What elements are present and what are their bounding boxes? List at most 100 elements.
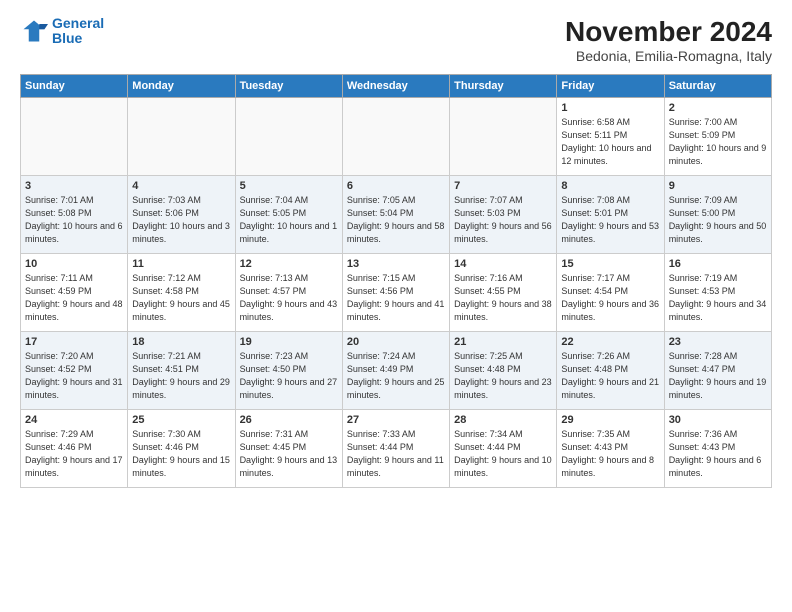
day-info: Sunrise: 7:25 AM Sunset: 4:48 PM Dayligh… <box>454 350 552 402</box>
header-saturday: Saturday <box>664 75 771 98</box>
day-number: 26 <box>240 414 338 426</box>
day-info: Sunrise: 7:19 AM Sunset: 4:53 PM Dayligh… <box>669 272 767 324</box>
day-number: 3 <box>25 180 123 192</box>
calendar-cell: 26 Sunrise: 7:31 AM Sunset: 4:45 PM Dayli… <box>235 410 342 488</box>
calendar-week-1: 1 Sunrise: 6:58 AM Sunset: 5:11 PM Daylig… <box>21 98 772 176</box>
day-info: Sunrise: 7:26 AM Sunset: 4:48 PM Dayligh… <box>561 350 659 402</box>
day-number: 16 <box>669 258 767 270</box>
day-info: Sunrise: 7:31 AM Sunset: 4:45 PM Dayligh… <box>240 428 338 480</box>
day-info: Sunrise: 7:08 AM Sunset: 5:01 PM Dayligh… <box>561 194 659 246</box>
calendar-cell: 14 Sunrise: 7:16 AM Sunset: 4:55 PM Dayli… <box>450 254 557 332</box>
header-sunday: Sunday <box>21 75 128 98</box>
day-info: Sunrise: 7:20 AM Sunset: 4:52 PM Dayligh… <box>25 350 123 402</box>
header-wednesday: Wednesday <box>342 75 449 98</box>
day-info: Sunrise: 7:23 AM Sunset: 4:50 PM Dayligh… <box>240 350 338 402</box>
calendar-cell: 28 Sunrise: 7:34 AM Sunset: 4:44 PM Dayli… <box>450 410 557 488</box>
calendar-cell: 4 Sunrise: 7:03 AM Sunset: 5:06 PM Daylig… <box>128 176 235 254</box>
day-number: 14 <box>454 258 552 270</box>
day-number: 30 <box>669 414 767 426</box>
day-info: Sunrise: 7:00 AM Sunset: 5:09 PM Dayligh… <box>669 116 767 168</box>
day-number: 5 <box>240 180 338 192</box>
day-info: Sunrise: 7:12 AM Sunset: 4:58 PM Dayligh… <box>132 272 230 324</box>
header-friday: Friday <box>557 75 664 98</box>
calendar-cell <box>342 98 449 176</box>
day-info: Sunrise: 7:03 AM Sunset: 5:06 PM Dayligh… <box>132 194 230 246</box>
calendar-cell: 5 Sunrise: 7:04 AM Sunset: 5:05 PM Daylig… <box>235 176 342 254</box>
day-number: 11 <box>132 258 230 270</box>
day-number: 13 <box>347 258 445 270</box>
page: General Blue November 2024 Bedonia, Emil… <box>0 0 792 612</box>
day-number: 28 <box>454 414 552 426</box>
location-title: Bedonia, Emilia-Romagna, Italy <box>565 48 772 64</box>
day-number: 29 <box>561 414 659 426</box>
calendar-cell: 9 Sunrise: 7:09 AM Sunset: 5:00 PM Daylig… <box>664 176 771 254</box>
day-number: 27 <box>347 414 445 426</box>
day-number: 6 <box>347 180 445 192</box>
calendar-cell: 12Sunrise: 7:13 AM Sunset: 4:57 PM Dayli… <box>235 254 342 332</box>
calendar-week-3: 10Sunrise: 7:11 AM Sunset: 4:59 PM Dayli… <box>21 254 772 332</box>
day-number: 19 <box>240 336 338 348</box>
day-info: Sunrise: 6:58 AM Sunset: 5:11 PM Dayligh… <box>561 116 659 168</box>
day-info: Sunrise: 7:29 AM Sunset: 4:46 PM Dayligh… <box>25 428 123 480</box>
calendar-cell <box>450 98 557 176</box>
calendar-cell: 8 Sunrise: 7:08 AM Sunset: 5:01 PM Daylig… <box>557 176 664 254</box>
calendar-week-4: 17Sunrise: 7:20 AM Sunset: 4:52 PM Dayli… <box>21 332 772 410</box>
day-info: Sunrise: 7:36 AM Sunset: 4:43 PM Dayligh… <box>669 428 767 480</box>
day-info: Sunrise: 7:30 AM Sunset: 4:46 PM Dayligh… <box>132 428 230 480</box>
header-row: Sunday Monday Tuesday Wednesday Thursday… <box>21 75 772 98</box>
calendar-cell: 18Sunrise: 7:21 AM Sunset: 4:51 PM Dayli… <box>128 332 235 410</box>
calendar-cell: 22 Sunrise: 7:26 AM Sunset: 4:48 PM Dayli… <box>557 332 664 410</box>
calendar-cell: 23 Sunrise: 7:28 AM Sunset: 4:47 PM Dayli… <box>664 332 771 410</box>
calendar-cell: 19 Sunrise: 7:23 AM Sunset: 4:50 PM Dayli… <box>235 332 342 410</box>
calendar-cell: 16 Sunrise: 7:19 AM Sunset: 4:53 PM Dayli… <box>664 254 771 332</box>
calendar-cell: 29 Sunrise: 7:35 AM Sunset: 4:43 PM Dayli… <box>557 410 664 488</box>
calendar-cell: 20Sunrise: 7:24 AM Sunset: 4:49 PM Dayli… <box>342 332 449 410</box>
calendar-cell: 17Sunrise: 7:20 AM Sunset: 4:52 PM Dayli… <box>21 332 128 410</box>
calendar: Sunday Monday Tuesday Wednesday Thursday… <box>20 74 772 488</box>
day-info: Sunrise: 7:34 AM Sunset: 4:44 PM Dayligh… <box>454 428 552 480</box>
day-number: 23 <box>669 336 767 348</box>
header: General Blue November 2024 Bedonia, Emil… <box>20 16 772 64</box>
calendar-cell <box>235 98 342 176</box>
day-number: 1 <box>561 102 659 114</box>
calendar-cell: 1 Sunrise: 6:58 AM Sunset: 5:11 PM Daylig… <box>557 98 664 176</box>
calendar-cell: 7Sunrise: 7:07 AM Sunset: 5:03 PM Daylig… <box>450 176 557 254</box>
calendar-cell: 24 Sunrise: 7:29 AM Sunset: 4:46 PM Dayli… <box>21 410 128 488</box>
day-number: 25 <box>132 414 230 426</box>
calendar-cell: 21Sunrise: 7:25 AM Sunset: 4:48 PM Dayli… <box>450 332 557 410</box>
day-info: Sunrise: 7:04 AM Sunset: 5:05 PM Dayligh… <box>240 194 338 246</box>
day-info: Sunrise: 7:13 AM Sunset: 4:57 PM Dayligh… <box>240 272 338 324</box>
day-number: 4 <box>132 180 230 192</box>
day-info: Sunrise: 7:05 AM Sunset: 5:04 PM Dayligh… <box>347 194 445 246</box>
calendar-week-5: 24 Sunrise: 7:29 AM Sunset: 4:46 PM Dayli… <box>21 410 772 488</box>
day-number: 8 <box>561 180 659 192</box>
day-info: Sunrise: 7:09 AM Sunset: 5:00 PM Dayligh… <box>669 194 767 246</box>
day-info: Sunrise: 7:35 AM Sunset: 4:43 PM Dayligh… <box>561 428 659 480</box>
calendar-cell: 2 Sunrise: 7:00 AM Sunset: 5:09 PM Daylig… <box>664 98 771 176</box>
calendar-cell: 3Sunrise: 7:01 AM Sunset: 5:08 PM Daylig… <box>21 176 128 254</box>
day-number: 22 <box>561 336 659 348</box>
day-number: 18 <box>132 336 230 348</box>
day-number: 10 <box>25 258 123 270</box>
logo-icon <box>20 17 48 45</box>
day-number: 24 <box>25 414 123 426</box>
day-info: Sunrise: 7:07 AM Sunset: 5:03 PM Dayligh… <box>454 194 552 246</box>
header-tuesday: Tuesday <box>235 75 342 98</box>
calendar-cell <box>21 98 128 176</box>
day-info: Sunrise: 7:28 AM Sunset: 4:47 PM Dayligh… <box>669 350 767 402</box>
title-area: November 2024 Bedonia, Emilia-Romagna, I… <box>565 16 772 64</box>
day-info: Sunrise: 7:16 AM Sunset: 4:55 PM Dayligh… <box>454 272 552 324</box>
day-number: 9 <box>669 180 767 192</box>
logo-text: General Blue <box>52 16 104 47</box>
day-number: 2 <box>669 102 767 114</box>
calendar-header: Sunday Monday Tuesday Wednesday Thursday… <box>21 75 772 98</box>
calendar-cell: 27Sunrise: 7:33 AM Sunset: 4:44 PM Dayli… <box>342 410 449 488</box>
calendar-cell: 11 Sunrise: 7:12 AM Sunset: 4:58 PM Dayli… <box>128 254 235 332</box>
day-info: Sunrise: 7:24 AM Sunset: 4:49 PM Dayligh… <box>347 350 445 402</box>
logo-line1: General <box>52 15 104 31</box>
day-info: Sunrise: 7:17 AM Sunset: 4:54 PM Dayligh… <box>561 272 659 324</box>
calendar-cell: 6 Sunrise: 7:05 AM Sunset: 5:04 PM Daylig… <box>342 176 449 254</box>
logo-line2: Blue <box>52 30 82 46</box>
month-title: November 2024 <box>565 16 772 48</box>
calendar-cell: 15Sunrise: 7:17 AM Sunset: 4:54 PM Dayli… <box>557 254 664 332</box>
